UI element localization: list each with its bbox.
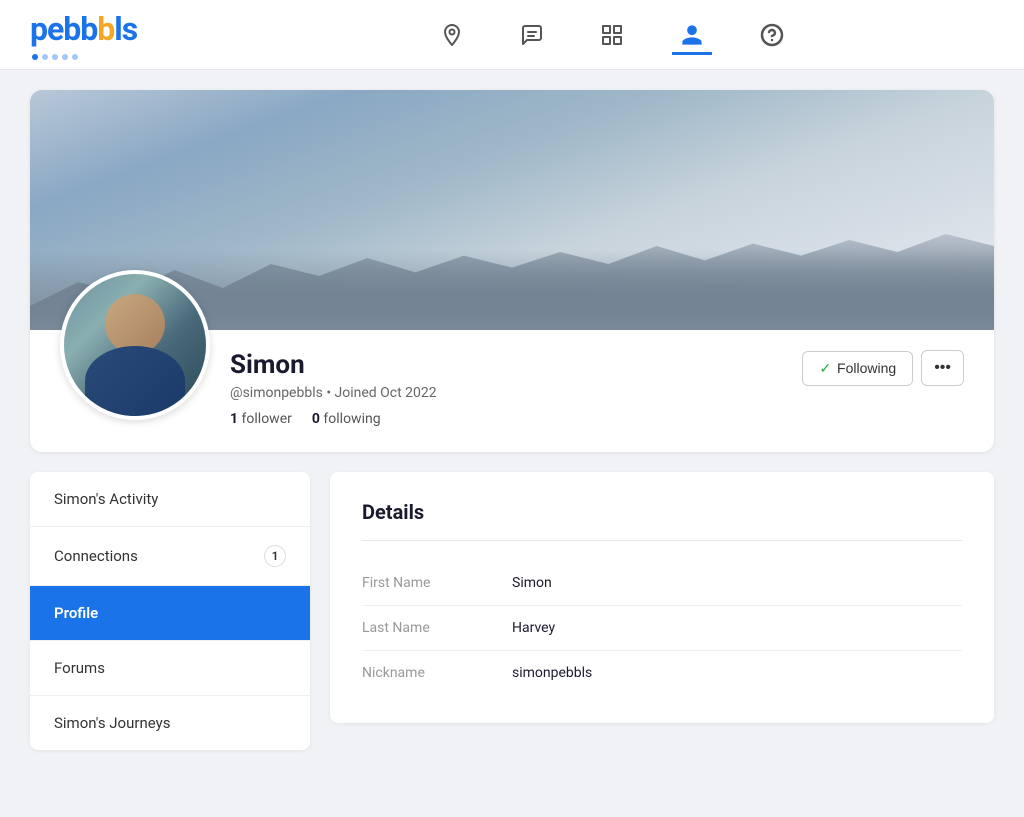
help-icon[interactable] [752, 15, 792, 55]
sidebar: Simon's Activity Connections 1 Profile F… [30, 472, 310, 750]
followers-count: 1 [230, 411, 238, 427]
logo-wrapper: pebbbls [30, 10, 137, 60]
avatar-wrapper [60, 270, 210, 420]
logo-text-ls: ls [114, 10, 137, 48]
sidebar-item-label: Simon's Activity [54, 490, 158, 508]
following-stat[interactable]: 0 following [312, 411, 381, 427]
logo-dot-5 [72, 54, 78, 60]
profile-card: Simon @simonpebbls • Joined Oct 2022 1 f… [30, 90, 994, 452]
logo-dots [32, 54, 137, 60]
logo-dot-4 [62, 54, 68, 60]
following-button[interactable]: ✓ Following [802, 351, 913, 386]
logo-dot-3 [52, 54, 58, 60]
logo-dot-1 [32, 54, 38, 60]
detail-row-lastname: Last Name Harvey [362, 606, 962, 651]
following-btn-area: ✓ Following ••• [802, 350, 964, 386]
details-panel: Details First Name Simon Last Name Harve… [330, 472, 994, 723]
sidebar-item-simons-activity[interactable]: Simon's Activity [30, 472, 310, 527]
detail-label-lastname: Last Name [362, 620, 512, 636]
sidebar-item-label: Simon's Journeys [54, 714, 170, 732]
logo-area: pebbbls [30, 10, 230, 60]
profile-handle: @simonpebbls • Joined Oct 2022 [230, 385, 964, 401]
more-options-button[interactable]: ••• [921, 350, 964, 386]
profile-info-area: Simon @simonpebbls • Joined Oct 2022 1 f… [30, 330, 994, 452]
logo-dot-2 [42, 54, 48, 60]
connections-badge: 1 [264, 545, 286, 567]
more-icon: ••• [934, 359, 951, 376]
header: pebbbls [0, 0, 1024, 70]
sidebar-item-label: Connections [54, 547, 138, 565]
bottom-area: Simon's Activity Connections 1 Profile F… [30, 472, 994, 750]
followers-label: follower [242, 411, 292, 427]
person-icon[interactable] [672, 15, 712, 55]
details-title: Details [362, 500, 962, 541]
logo-text-pebb: pebb [30, 10, 97, 48]
sidebar-item-label: Profile [54, 604, 98, 622]
following-label: following [323, 411, 380, 427]
detail-value-firstname: Simon [512, 575, 552, 591]
following-button-label: Following [837, 360, 896, 376]
grid-icon[interactable] [592, 15, 632, 55]
detail-value-lastname: Harvey [512, 620, 555, 636]
sidebar-item-simons-journeys[interactable]: Simon's Journeys [30, 696, 310, 750]
logo-text: pebbbls [30, 10, 137, 48]
detail-label-nickname: Nickname [362, 665, 512, 681]
chat-icon[interactable] [512, 15, 552, 55]
sidebar-item-label: Forums [54, 659, 105, 677]
detail-row-nickname: Nickname simonpebbls [362, 651, 962, 695]
followers-stat[interactable]: 1 follower [230, 411, 292, 427]
detail-row-firstname: First Name Simon [362, 561, 962, 606]
sidebar-item-profile[interactable]: Profile [30, 586, 310, 641]
main-content: Simon @simonpebbls • Joined Oct 2022 1 f… [0, 70, 1024, 770]
check-icon: ✓ [819, 360, 831, 377]
sidebar-item-forums[interactable]: Forums [30, 641, 310, 696]
location-pin-icon[interactable] [432, 15, 472, 55]
following-count: 0 [312, 411, 320, 427]
avatar [60, 270, 210, 420]
joined-text: Joined Oct 2022 [335, 385, 437, 401]
profile-stats: 1 follower 0 following [230, 411, 964, 427]
logo-text-orange: b [97, 10, 114, 48]
detail-value-nickname: simonpebbls [512, 665, 592, 681]
handle-separator: • [326, 385, 334, 401]
detail-label-firstname: First Name [362, 575, 512, 591]
nav-bar [432, 15, 792, 55]
sidebar-item-connections[interactable]: Connections 1 [30, 527, 310, 586]
handle-text: @simonpebbls [230, 385, 323, 401]
